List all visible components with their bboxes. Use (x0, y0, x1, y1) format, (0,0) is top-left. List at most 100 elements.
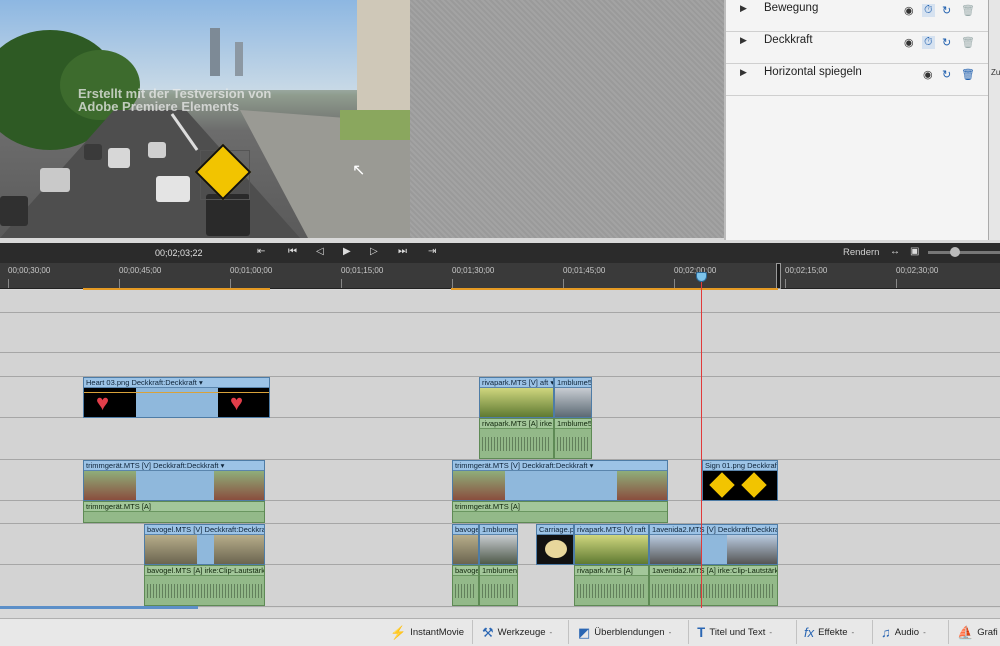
video-clip-bavogel[interactable]: bavogel.MTS [V] Deckkraft:Deckkraft ▾ (144, 524, 265, 565)
clip-label: rivapark.MTS [A] irke ▾ (480, 419, 553, 429)
clip-thumbnail (214, 535, 264, 564)
video-clip-bavoge[interactable]: bavoge (452, 524, 479, 565)
effekte-button[interactable]: fx Effekte - (804, 625, 854, 640)
video-clip-carriage[interactable]: Carriage.pn (536, 524, 574, 565)
video-clip-trimmgeraet[interactable]: trimmgerät.MTS [V] Deckkraft:Deckkraft ▾ (83, 460, 265, 501)
tower (210, 28, 220, 76)
car (148, 142, 166, 158)
step-back-icon[interactable]: ◁ (316, 246, 324, 257)
timeline-view-icon[interactable]: ▣ (910, 246, 919, 257)
ruler-tick-label: 00;01;15;00 (341, 266, 384, 275)
music-note-icon: ♫ (881, 625, 891, 640)
time-ruler[interactable]: 00;00;30;00 00;00;45;00 00;01;00;00 00;0… (0, 263, 1000, 289)
audio-clip-trimmgeraet[interactable]: trimmgerät.MTS [A] (452, 501, 668, 523)
reset-icon[interactable]: ↻ (942, 68, 951, 81)
video-clip-avenida[interactable]: 1avenida2.MTS [V] Deckkraft:Deckkraft ▾ (649, 524, 778, 565)
ruler-tick-label: 00;01;00;00 (230, 266, 273, 275)
keyframe-stopwatch-icon[interactable]: ⏱ (922, 4, 935, 17)
fit-timeline-icon[interactable]: ↔ (890, 246, 900, 257)
zoom-slider-knob[interactable] (950, 247, 960, 257)
render-button[interactable]: Rendern (843, 247, 879, 258)
carriage-icon (545, 540, 567, 558)
current-timecode[interactable]: 00;02;03;22 (155, 248, 203, 258)
clip-label: 1avenida2.MTS [A] irke:Clip-Lautstärke ▾ (650, 566, 777, 576)
audio-clip-trimmgeraet[interactable]: trimmgerät.MTS [A] (83, 501, 265, 523)
delete-icon[interactable]: 🗑 (961, 4, 975, 17)
track-divider (0, 312, 1000, 313)
titel-und-text-button[interactable]: 𝐓 Titel und Text - (697, 625, 772, 641)
clip-label: Carriage.pn (537, 525, 573, 535)
timeline-scrollbar[interactable] (0, 606, 198, 609)
werkzeuge-button[interactable]: ⚒ Werkzeuge - (482, 625, 552, 641)
work-area-end-marker[interactable] (776, 263, 781, 289)
clip-thumbnail (727, 535, 777, 564)
skip-back-icon[interactable]: ⏮ (288, 246, 297, 257)
audio-waveform (557, 437, 589, 451)
preview-monitor[interactable]: Erstellt mit der Testversion von Adobe P… (0, 0, 410, 238)
video-clip-trimmgeraet[interactable]: trimmgerät.MTS [V] Deckkraft:Deckkraft ▾ (452, 460, 668, 501)
delete-icon[interactable]: 🗑 (961, 36, 975, 49)
tower (235, 42, 243, 76)
keyframe-stopwatch-icon[interactable]: ⏱ (922, 36, 935, 49)
audio-clip-avenida[interactable]: 1avenida2.MTS [A] irke:Clip-Lautstärke ▾ (649, 565, 778, 606)
mouse-cursor-icon: ↖ (352, 162, 366, 179)
expand-arrow-icon[interactable]: ▶ (740, 67, 747, 78)
ueberblendungen-button[interactable]: ◩ Überblendungen - (578, 625, 671, 641)
video-clip-sign[interactable]: Sign 01.png Deckkraft ▾ (702, 460, 778, 501)
reset-icon[interactable]: ↻ (942, 36, 951, 49)
property-horizontal-spiegeln[interactable]: ▶ Horizontal spiegeln ◉ ↻ 🗑 (726, 64, 990, 96)
button-label: Überblendungen (594, 627, 665, 638)
step-forward-icon[interactable]: ▷ (370, 246, 378, 257)
ruler-tick-label: 00;02;30;00 (896, 266, 939, 275)
delete-icon[interactable]: 🗑 (961, 68, 975, 81)
clip-thumbnail (453, 471, 505, 500)
video-clip-blume[interactable]: 1mblume5 (554, 377, 592, 418)
instantmovie-button[interactable]: ⚡ InstantMovie (390, 625, 464, 641)
video-clip-rivapark[interactable]: rivapark.MTS [V] raft ▾ (574, 524, 649, 565)
clip-thumbnail (84, 471, 136, 500)
play-icon[interactable]: ▶ (343, 246, 351, 257)
eye-icon[interactable]: ◉ (904, 36, 914, 49)
clip-thumbnail (555, 388, 591, 417)
ruler-tick-label: 00;01;30;00 (452, 266, 495, 275)
ruler-tick-label: 00;00;30;00 (8, 266, 51, 275)
audio-button[interactable]: ♫ Audio - (881, 625, 926, 640)
skip-forward-icon[interactable]: ⏭ (398, 246, 407, 257)
audio-clip-rivapark[interactable]: rivapark.MTS [A] irke ▾ (479, 418, 554, 459)
audio-clip-bavogel[interactable]: bavogel.MTS [A] irke:Clip-Lautstärke ▾ (144, 565, 265, 606)
property-deckkraft[interactable]: ▶ Deckkraft ◉ ⏱ ↻ 🗑 (726, 32, 990, 64)
clip-thumbnail (214, 471, 264, 500)
video-clip-heart[interactable]: Heart 03.png Deckkraft:Deckkraft ▾ ♥ ♥ (83, 377, 270, 418)
car (156, 176, 190, 202)
ruler-tick (119, 279, 120, 288)
playhead-line[interactable] (701, 274, 702, 608)
audio-clip-blumen[interactable]: 1mblumen (479, 565, 518, 606)
ruler-tick (452, 279, 453, 288)
clip-label: rivapark.MTS [V] aft ▾ (480, 378, 553, 388)
car (206, 194, 250, 236)
grass (340, 110, 410, 140)
eye-icon[interactable]: ◉ (923, 68, 933, 81)
chevron-down-icon: - (769, 628, 773, 637)
goto-in-icon[interactable]: ⇤ (257, 246, 265, 257)
video-clip-blumen[interactable]: 1mblumen (479, 524, 518, 565)
ruler-tick-label: 00;01;45;00 (563, 266, 606, 275)
audio-clip-bavoge[interactable]: bavoge (452, 565, 479, 606)
expand-arrow-icon[interactable]: ▶ (740, 3, 747, 14)
eye-icon[interactable]: ◉ (904, 4, 914, 17)
zoom-slider-track[interactable] (928, 251, 1000, 254)
reset-icon[interactable]: ↻ (942, 4, 951, 17)
goto-out-icon[interactable]: ⇥ (428, 246, 436, 257)
clip-thumbnail (575, 535, 648, 564)
divider (872, 620, 873, 644)
grafiken-button[interactable]: ⛵ Grafi (957, 625, 998, 641)
button-label: InstantMovie (410, 627, 465, 638)
clip-thumbnail (480, 535, 517, 564)
property-bewegung[interactable]: ▶ Bewegung ◉ ⏱ ↻ 🗑 (726, 0, 990, 32)
car (40, 168, 70, 192)
expand-arrow-icon[interactable]: ▶ (740, 35, 747, 46)
ruler-tick (896, 279, 897, 288)
video-clip-rivapark[interactable]: rivapark.MTS [V] aft ▾ (479, 377, 554, 418)
audio-clip-blume[interactable]: 1mblume5 (554, 418, 592, 459)
audio-clip-rivapark[interactable]: rivapark.MTS [A] (574, 565, 649, 606)
